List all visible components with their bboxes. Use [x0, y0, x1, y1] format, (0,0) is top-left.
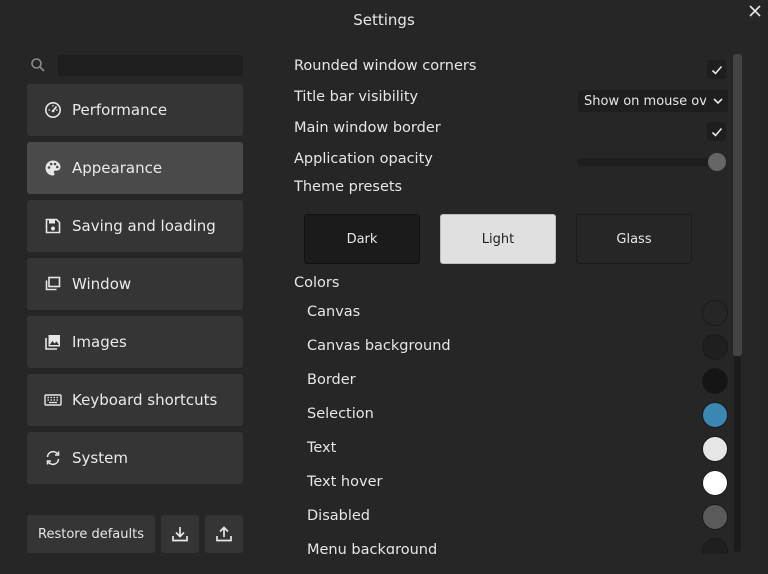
color-label: Canvas background: [307, 338, 451, 354]
search-bar: [28, 55, 243, 77]
section-heading: Colors: [294, 275, 340, 291]
sidebar-item-keyboard-shortcuts[interactable]: Keyboard shortcuts: [27, 374, 243, 426]
setting-label: Main window border: [294, 120, 441, 136]
theme-preset-light[interactable]: Light: [440, 214, 556, 264]
color-row-canvas-background: Canvas background: [307, 334, 728, 360]
palette-icon: [44, 159, 62, 177]
restore-defaults-button[interactable]: Restore defaults: [27, 515, 155, 553]
color-row-text-hover: Text hover: [307, 470, 728, 496]
settings-scrollbar[interactable]: [733, 54, 742, 552]
sidebar-item-label: Keyboard shortcuts: [72, 391, 218, 409]
color-label: Menu background: [307, 542, 438, 554]
speedometer-icon: [44, 101, 62, 119]
sidebar-item-label: System: [72, 449, 128, 467]
theme-presets: Dark Light Glass: [304, 214, 692, 264]
sidebar-item-label: Window: [72, 275, 132, 293]
color-label: Text hover: [307, 474, 383, 490]
color-label: Border: [307, 372, 356, 388]
color-row-canvas: Canvas: [307, 300, 728, 326]
checkmark-icon: [711, 127, 722, 137]
download-icon: [172, 527, 188, 542]
image-icon: [44, 333, 62, 351]
color-row-text: Text: [307, 436, 728, 462]
scrollbar-thumb[interactable]: [733, 54, 742, 356]
search-icon: [31, 58, 45, 72]
upload-icon: [216, 526, 232, 542]
setting-label: Rounded window corners: [294, 58, 477, 74]
setting-label: Application opacity: [294, 151, 433, 167]
color-swatch[interactable]: [702, 300, 728, 326]
opacity-slider-handle[interactable]: [708, 153, 726, 171]
close-icon: [749, 5, 761, 17]
color-label: Selection: [307, 406, 374, 422]
color-row-disabled: Disabled: [307, 504, 728, 530]
save-icon: [44, 217, 62, 235]
sidebar-item-performance[interactable]: Performance: [27, 84, 243, 136]
rounded-corners-checkbox[interactable]: [707, 60, 726, 79]
setting-label: Theme presets: [294, 179, 403, 195]
settings-panel: Rounded window corners Title bar visibil…: [294, 50, 728, 554]
sync-icon: [44, 449, 62, 467]
close-button[interactable]: [746, 2, 764, 20]
color-swatch[interactable]: [702, 402, 728, 428]
keyboard-icon: [44, 391, 62, 409]
sidebar-item-images[interactable]: Images: [27, 316, 243, 368]
color-swatch[interactable]: [702, 436, 728, 462]
theme-preset-dark[interactable]: Dark: [304, 214, 420, 264]
sidebar-item-label: Performance: [72, 101, 168, 119]
sidebar-item-saving-and-loading[interactable]: Saving and loading: [27, 200, 243, 252]
color-swatch[interactable]: [702, 470, 728, 496]
color-swatch[interactable]: [702, 504, 728, 530]
sidebar-item-system[interactable]: System: [27, 432, 243, 484]
export-button[interactable]: [205, 515, 243, 553]
import-button[interactable]: [161, 515, 199, 553]
color-row-border: Border: [307, 368, 728, 394]
setting-colors-heading: Colors: [294, 275, 728, 291]
title-bar-select[interactable]: Show on mouse over: [578, 90, 728, 112]
color-label: Canvas: [307, 304, 361, 320]
sidebar-item-window[interactable]: Window: [27, 258, 243, 310]
sidebar-item-appearance[interactable]: Appearance: [27, 142, 243, 194]
color-swatch[interactable]: [702, 334, 728, 360]
theme-preset-glass[interactable]: Glass: [576, 214, 692, 264]
scrollbar-track: [734, 356, 741, 552]
color-label: Disabled: [307, 508, 370, 524]
setting-title-bar: Title bar visibility Show on mouse over: [294, 89, 728, 112]
setting-main-border: Main window border: [294, 120, 728, 141]
color-label: Text: [307, 440, 337, 456]
opacity-slider[interactable]: [577, 158, 719, 166]
chevron-down-icon: [713, 98, 723, 105]
checkmark-icon: [711, 65, 722, 75]
select-value: Show on mouse over: [584, 93, 706, 109]
setting-label: Title bar visibility: [294, 89, 419, 105]
sidebar-nav: Performance Appearance Saving and loadin…: [27, 84, 243, 490]
sidebar-item-label: Appearance: [72, 159, 163, 177]
color-row-menu-background: Menu background: [307, 538, 728, 554]
color-swatch[interactable]: [702, 538, 728, 554]
sidebar-item-label: Saving and loading: [72, 217, 216, 235]
window-icon: [44, 275, 62, 293]
setting-rounded-corners: Rounded window corners: [294, 58, 728, 79]
sidebar-footer: Restore defaults: [27, 515, 243, 553]
main-border-checkbox[interactable]: [707, 122, 726, 141]
color-row-selection: Selection: [307, 402, 728, 428]
sidebar-item-label: Images: [72, 333, 127, 351]
search-input[interactable]: [58, 55, 243, 76]
setting-theme-presets: Theme presets: [294, 179, 728, 195]
color-swatch[interactable]: [702, 368, 728, 394]
window-title: Settings: [353, 11, 415, 29]
setting-opacity: Application opacity: [294, 151, 728, 173]
